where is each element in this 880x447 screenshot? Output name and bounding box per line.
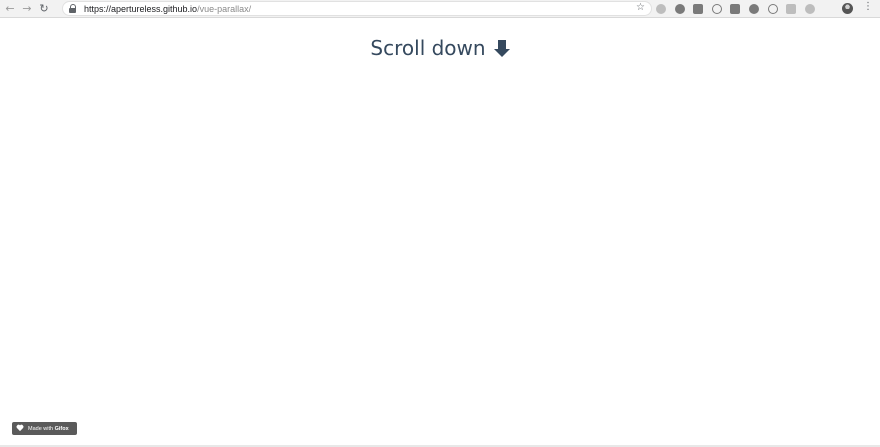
extension-icon[interactable]: [711, 4, 722, 14]
back-button[interactable]: ←: [3, 2, 17, 16]
badge-prefix: Made with: [28, 425, 54, 432]
url-host: https://apertureless.github.io: [84, 3, 198, 14]
gifox-badge: Made with Gifox: [12, 422, 77, 435]
more-vertical-icon[interactable]: ⋮: [863, 2, 873, 12]
extension-icon[interactable]: [674, 4, 685, 14]
url-path: /vue-parallax/: [197, 3, 252, 14]
heart-icon: [16, 425, 24, 432]
extension-icon[interactable]: [804, 4, 815, 14]
extension-icon[interactable]: [730, 4, 741, 14]
extension-icons: [656, 3, 823, 15]
extension-icon[interactable]: [748, 4, 759, 14]
badge-brand: Gifox: [54, 425, 69, 432]
address-bar[interactable]: https://apertureless.github.io/vue-paral…: [62, 1, 652, 16]
page-title: Scroll down: [0, 36, 880, 60]
avatar[interactable]: [842, 3, 853, 14]
arrow-down-icon: [493, 39, 510, 57]
forward-button[interactable]: →: [20, 2, 34, 16]
star-icon[interactable]: ☆: [636, 2, 645, 13]
url-text: https://apertureless.github.io/vue-paral…: [84, 4, 251, 14]
extension-icon[interactable]: [786, 4, 797, 14]
reload-button[interactable]: ↻: [37, 2, 51, 16]
lock-icon: [69, 4, 77, 13]
browser-toolbar: ← → ↻ https://apertureless.github.io/vue…: [0, 0, 880, 18]
badge-text: Made with Gifox: [28, 426, 69, 432]
extension-icon[interactable]: [693, 4, 704, 14]
extension-icon[interactable]: [656, 4, 666, 14]
extension-icon[interactable]: [767, 4, 778, 14]
page-title-text: Scroll down: [370, 36, 486, 60]
